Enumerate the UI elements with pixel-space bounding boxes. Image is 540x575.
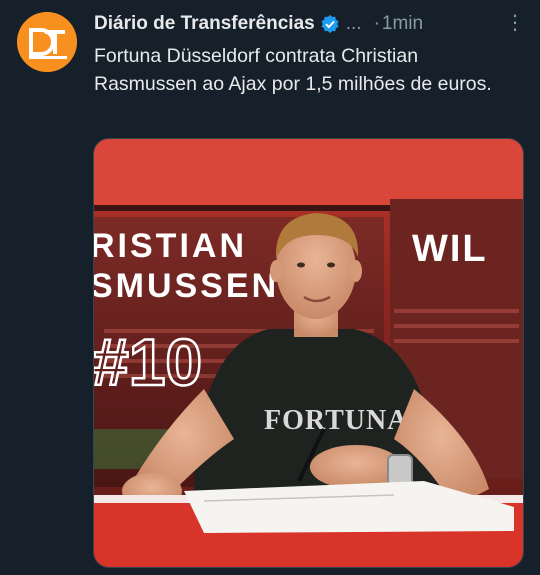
author-handle[interactable]: ... xyxy=(346,13,362,35)
photo-player-signing: RISTIAN SMUSSEN #10 WIL FORTUNA xyxy=(94,139,523,567)
verified-badge-icon xyxy=(320,14,340,34)
avatar[interactable] xyxy=(17,12,77,72)
tweet-text: Fortuna Düsseldorf contrata Christian Ra… xyxy=(94,45,492,95)
separator-dot: · xyxy=(373,13,380,34)
shirt-text: FORTUNA xyxy=(264,405,408,436)
author-name[interactable]: Diário de Transferências xyxy=(94,13,315,35)
backdrop-name-line1: RISTIAN xyxy=(94,227,247,265)
backdrop-right-text: WIL xyxy=(412,228,488,270)
tweet-photo[interactable]: RISTIAN SMUSSEN #10 WIL FORTUNA xyxy=(93,138,524,568)
backdrop-number: #10 xyxy=(94,325,202,399)
timestamp[interactable]: 1min xyxy=(382,13,423,35)
tweet[interactable]: Diário de Transferências ... · 1min ⋮ Fo… xyxy=(0,0,540,575)
more-options-icon[interactable]: ⋮ xyxy=(505,10,526,35)
backdrop-name-line2: SMUSSEN xyxy=(94,267,279,305)
dt-logo-icon xyxy=(17,12,77,72)
tweet-header: Diário de Transferências ... · 1min xyxy=(94,12,528,36)
